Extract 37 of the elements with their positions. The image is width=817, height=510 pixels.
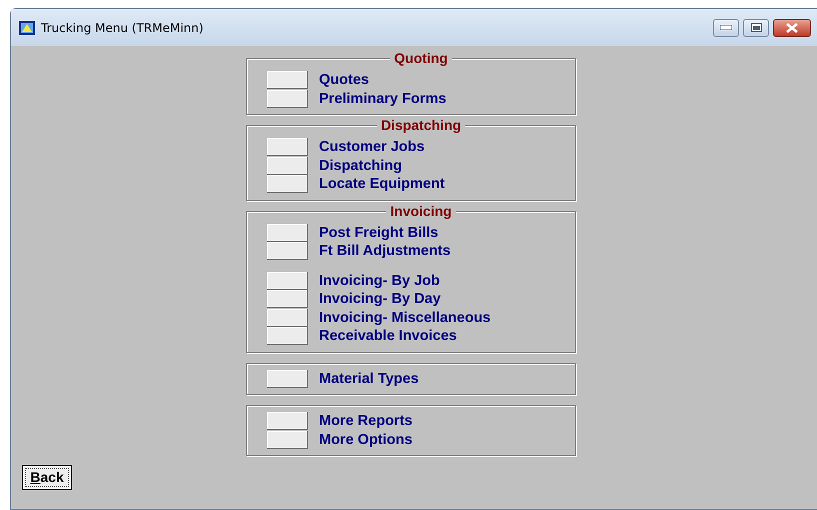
menu-button[interactable] [267, 290, 308, 308]
menu-button[interactable] [267, 308, 308, 327]
menu-label: Post Freight Bills [319, 224, 438, 242]
menu-label: Material Types [319, 370, 419, 388]
menu-label: Customer Jobs [319, 138, 425, 156]
menu-button[interactable] [267, 175, 308, 194]
close-icon [786, 22, 798, 32]
menu-label: Dispatching [319, 156, 402, 175]
menu-label: Receivable Invoices [319, 327, 457, 346]
menu-button[interactable] [267, 90, 308, 108]
menu-button[interactable] [267, 327, 308, 346]
menu-label: Invoicing- By Day [319, 290, 441, 308]
menu-button[interactable] [267, 370, 308, 388]
maximize-button[interactable] [743, 18, 769, 36]
menu-button[interactable] [267, 71, 308, 90]
menu-button[interactable] [267, 272, 308, 290]
back-button[interactable]: Back [22, 465, 72, 490]
menu-button[interactable] [267, 224, 308, 242]
menu-label: Invoicing- By Job [319, 272, 440, 290]
menu-label: More Reports [319, 412, 412, 430]
maximize-icon [750, 23, 762, 32]
close-button[interactable] [773, 18, 811, 36]
menu-label: Invoicing- Miscellaneous [319, 308, 491, 327]
menu-label: Locate Equipment [319, 175, 445, 194]
menu-button[interactable] [267, 156, 308, 175]
menu-button[interactable] [267, 430, 308, 449]
minimize-icon [720, 25, 732, 30]
menu-label: Ft Bill Adjustments [319, 242, 451, 260]
menu-button[interactable] [267, 242, 308, 260]
menu-label: Preliminary Forms [319, 90, 446, 108]
app-icon [19, 20, 35, 34]
minimize-button[interactable] [713, 18, 739, 36]
menu-label: More Options [319, 430, 412, 449]
menu-button[interactable] [267, 412, 308, 430]
menu-label: Quotes [319, 71, 369, 90]
window-title: Trucking Menu (TRMeMinn) [41, 20, 204, 36]
menu-button[interactable] [267, 138, 308, 156]
